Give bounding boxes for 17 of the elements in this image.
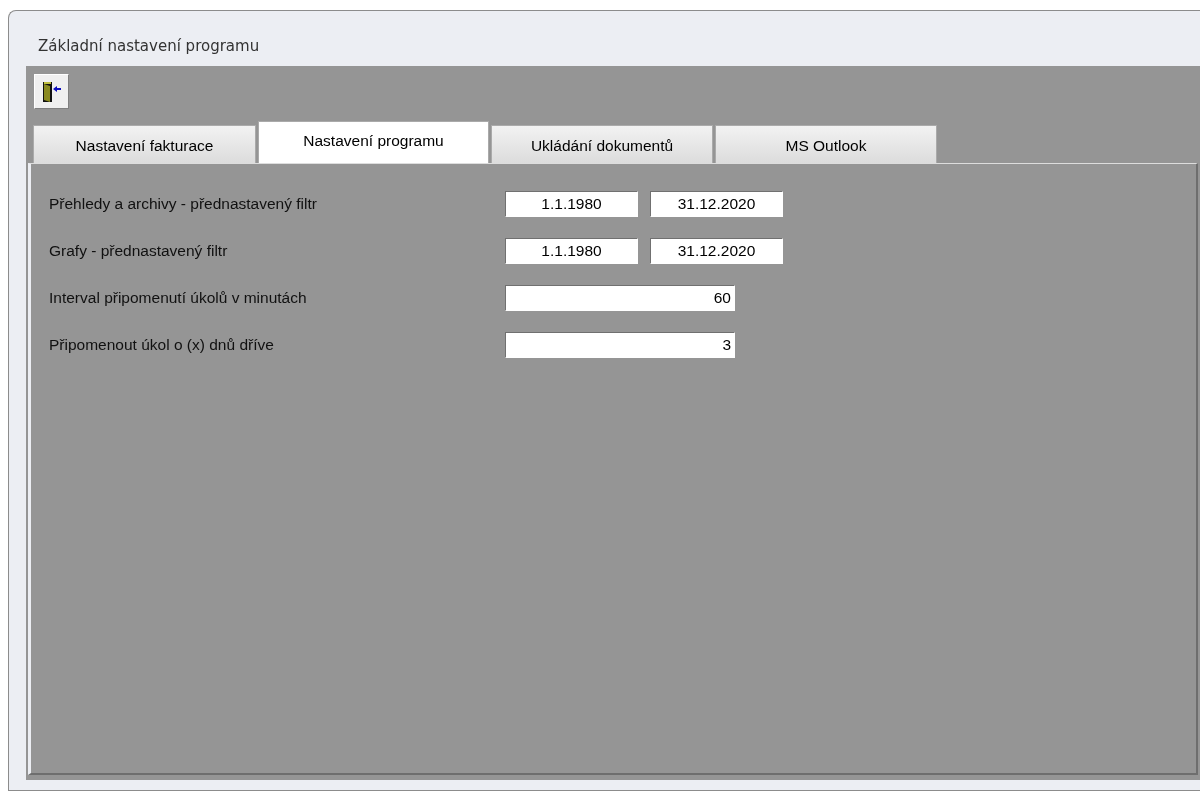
date-field[interactable]: 1.1.1980: [505, 190, 638, 217]
tab[interactable]: MS Outlook: [715, 125, 937, 163]
tab[interactable]: Nastavení programu: [258, 121, 489, 163]
input-field[interactable]: 60: [505, 284, 735, 311]
tab[interactable]: Ukládání dokumentů: [491, 125, 713, 163]
field-label: Připomenout úkol o (x) dnů dříve: [49, 335, 275, 354]
door-arrow-icon: [41, 80, 62, 103]
tab[interactable]: Nastavení fakturace: [33, 125, 256, 163]
date-field[interactable]: 1.1.1980: [505, 237, 638, 264]
window-title: Základní nastavení programu: [37, 36, 261, 57]
input-field[interactable]: 3: [505, 331, 735, 358]
date-field[interactable]: 31.12.2020: [650, 190, 783, 217]
field-label: Interval připomenutí úkolů v minutách: [49, 288, 308, 307]
field-label: Grafy - přednastavený filtr: [49, 241, 229, 260]
date-field[interactable]: 31.12.2020: [650, 237, 783, 264]
exit-button[interactable]: [34, 74, 69, 109]
field-label: Přehledy a archivy - přednastavený filtr: [49, 194, 318, 213]
